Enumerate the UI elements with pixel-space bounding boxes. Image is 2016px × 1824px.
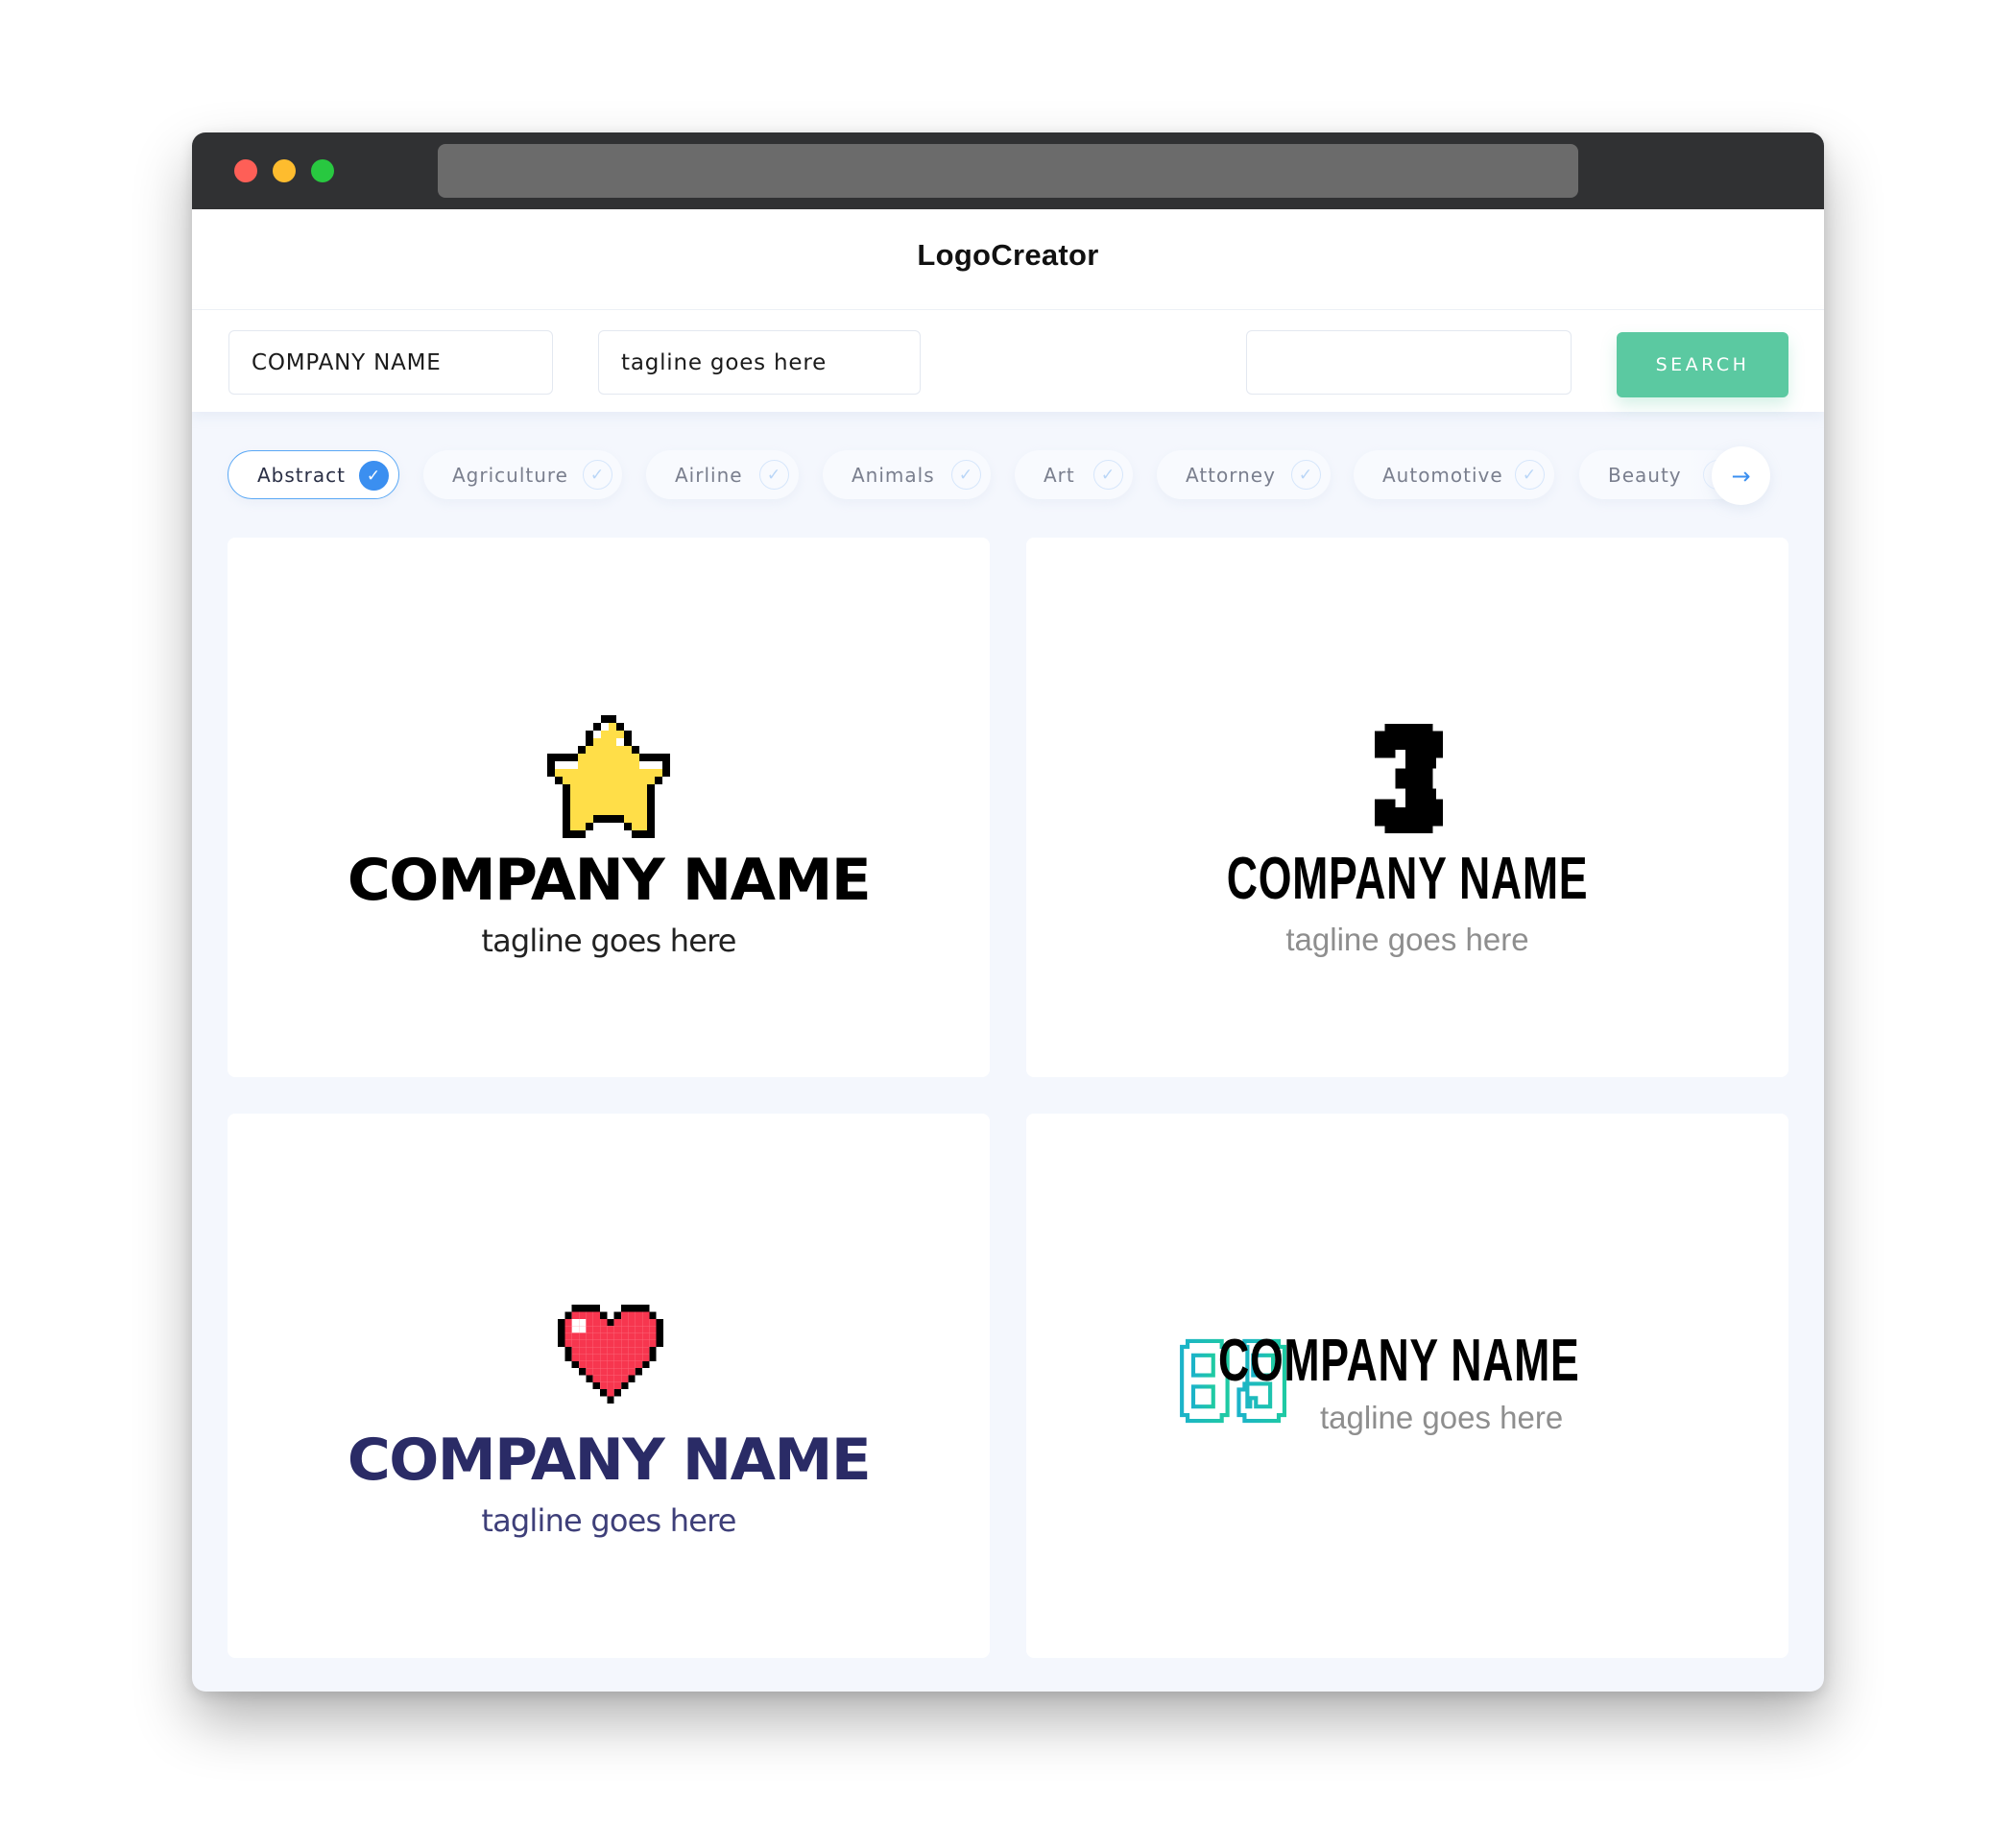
- category-chip-label: Agriculture: [452, 463, 568, 487]
- category-filter-bar: Abstract ✓ Agriculture ✓ Airline ✓ Anima…: [192, 446, 1824, 505]
- logo-tagline: tagline goes here: [1320, 1400, 1564, 1435]
- tagline-input[interactable]: tagline goes here: [598, 330, 921, 395]
- search-toolbar: COMPANY NAME tagline goes here SEARCH: [192, 310, 1824, 412]
- address-bar[interactable]: [438, 144, 1578, 198]
- check-icon: ✓: [951, 460, 981, 490]
- logo-card[interactable]: COMPANY NAME tagline goes here: [228, 1114, 990, 1658]
- app-title[interactable]: LogoCreator: [192, 238, 1824, 273]
- check-icon: ✓: [1093, 460, 1123, 490]
- logo-card[interactable]: COMPANY NAME tagline goes here: [1026, 538, 1788, 1077]
- logo-company-name: COMPANY NAME: [347, 1427, 872, 1494]
- logo-tagline: tagline goes here: [1285, 922, 1529, 957]
- logo-card[interactable]: COMPANY NAME tagline goes here: [1026, 1114, 1788, 1658]
- logo-card[interactable]: COMPANY NAME tagline goes here: [228, 538, 990, 1077]
- arrow-right-icon: →: [1731, 462, 1751, 490]
- category-chip-agriculture[interactable]: Agriculture ✓: [423, 450, 622, 499]
- category-chip-label: Beauty: [1608, 463, 1682, 487]
- category-chip-label: Airline: [675, 463, 743, 487]
- pixel-heart-icon: [558, 1305, 663, 1404]
- pixel-star-icon: [547, 715, 670, 838]
- pixel-number-3-icon: [1375, 724, 1443, 833]
- category-chip-label: Attorney: [1186, 463, 1276, 487]
- category-chip-label: Automotive: [1382, 463, 1503, 487]
- check-icon: ✓: [583, 460, 612, 490]
- close-window-button[interactable]: [234, 159, 257, 182]
- category-chip-airline[interactable]: Airline ✓: [646, 450, 799, 499]
- company-name-input[interactable]: COMPANY NAME: [228, 330, 553, 395]
- keyword-input[interactable]: [1246, 330, 1572, 395]
- check-icon: ✓: [1515, 460, 1545, 490]
- title-bar: [192, 132, 1824, 209]
- logo-tagline: tagline goes here: [481, 923, 736, 959]
- check-icon: ✓: [1291, 460, 1321, 490]
- app-header: LogoCreator: [192, 209, 1824, 310]
- next-categories-button[interactable]: →: [1712, 446, 1770, 505]
- check-icon: ✓: [759, 460, 789, 490]
- category-chip-automotive[interactable]: Automotive ✓: [1354, 450, 1554, 499]
- maximize-window-button[interactable]: [311, 159, 334, 182]
- minimize-window-button[interactable]: [273, 159, 296, 182]
- logo-company-name: COMPANY NAME: [1226, 846, 1589, 912]
- logo-tagline: tagline goes here: [481, 1502, 736, 1539]
- check-icon: ✓: [359, 461, 389, 491]
- category-chip-animals[interactable]: Animals ✓: [823, 450, 991, 499]
- logo-company-name: COMPANY NAME: [347, 847, 872, 914]
- category-chip-label: Art: [1044, 463, 1075, 487]
- category-chip-abstract[interactable]: Abstract ✓: [228, 450, 399, 499]
- search-button[interactable]: SEARCH: [1617, 332, 1788, 397]
- logo-company-name: COMPANY NAME: [1218, 1328, 1580, 1394]
- category-chip-art[interactable]: Art ✓: [1015, 450, 1133, 499]
- category-chip-attorney[interactable]: Attorney ✓: [1157, 450, 1331, 499]
- browser-window: LogoCreator COMPANY NAME tagline goes he…: [192, 132, 1824, 1692]
- category-chip-label: Abstract: [257, 463, 346, 487]
- category-chip-label: Animals: [852, 463, 935, 487]
